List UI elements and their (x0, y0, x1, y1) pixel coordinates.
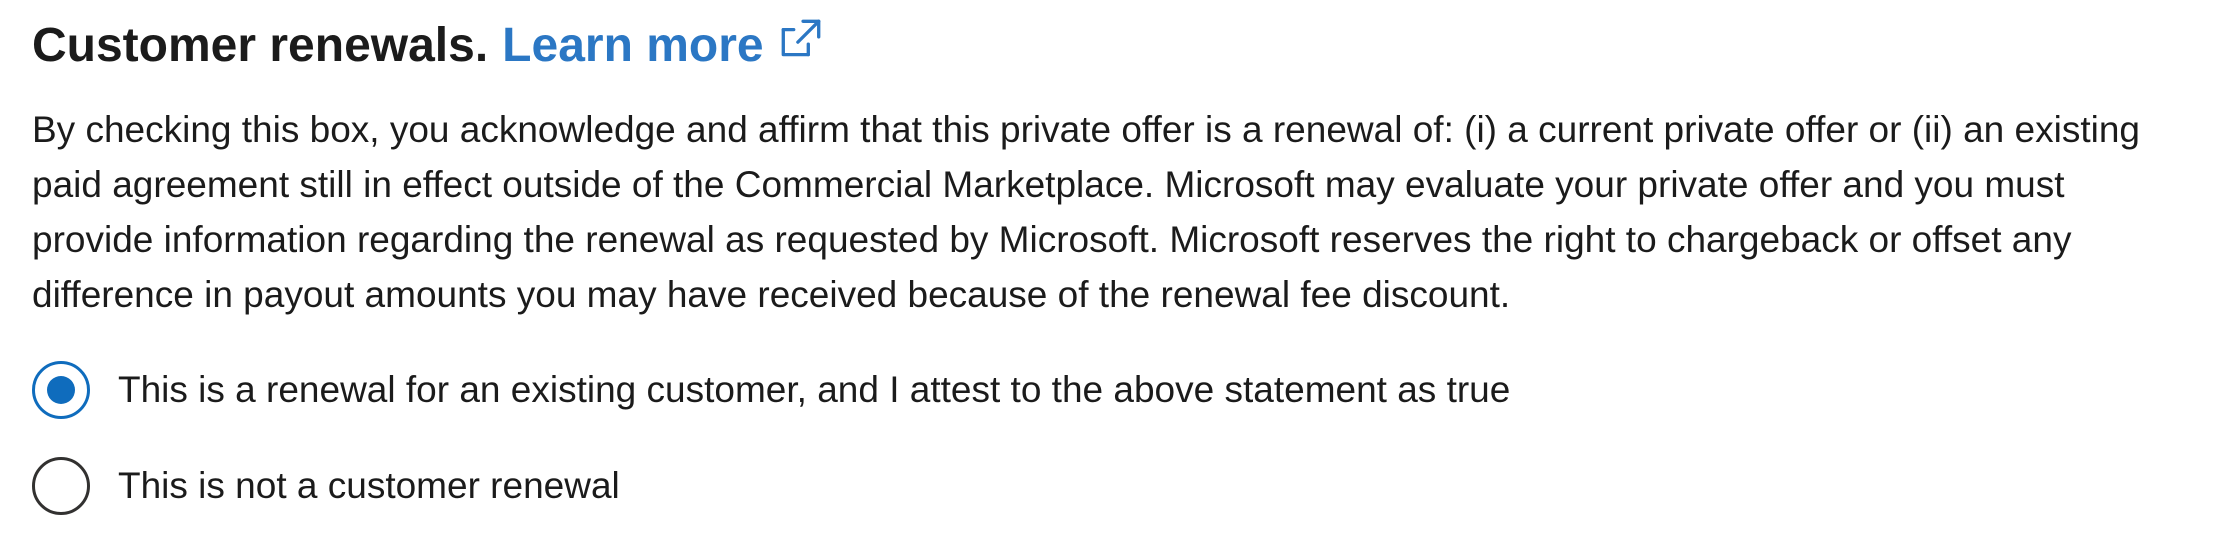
section-heading: Customer renewals. Learn more (32, 0, 2192, 90)
renewal-description: By checking this box, you acknowledge an… (32, 109, 2140, 315)
learn-more-label: Learn more (502, 18, 764, 72)
learn-more-link[interactable]: Learn more (502, 18, 825, 73)
radio-button-selected[interactable] (32, 361, 90, 419)
renewal-options: This is a renewal for an existing custom… (32, 358, 2192, 518)
external-link-icon (776, 14, 826, 64)
option-label-not-renewal: This is not a customer renewal (118, 465, 620, 506)
option-not-customer-renewal[interactable]: This is not a customer renewal (32, 454, 2192, 518)
section-title: Customer renewals. (32, 18, 489, 72)
option-label-existing-customer: This is a renewal for an existing custom… (118, 369, 1511, 410)
radio-button-unselected[interactable] (32, 457, 90, 515)
customer-renewals-section: Customer renewals. Learn more By checkin… (32, 0, 2192, 550)
option-existing-customer-renewal[interactable]: This is a renewal for an existing custom… (32, 358, 2192, 422)
